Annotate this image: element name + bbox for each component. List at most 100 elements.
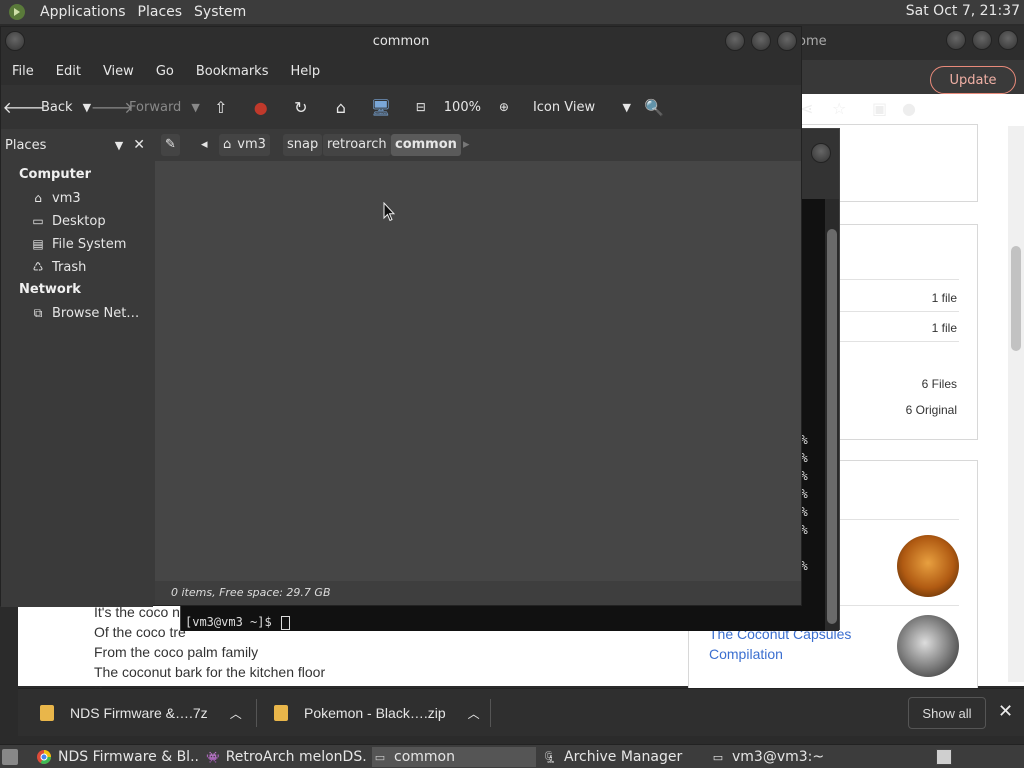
prompt-text: [vm3@vm3 ~]$ (185, 615, 279, 629)
minimize-icon[interactable] (725, 31, 745, 51)
menu-file[interactable]: File (1, 64, 45, 79)
task-label: RetroArch melonDS... (225, 749, 368, 765)
zoom-out-button[interactable]: ⊟ (404, 91, 444, 123)
distro-logo-icon[interactable] (6, 1, 28, 23)
scrollbar-thumb[interactable] (827, 229, 837, 624)
breadcrumb-left-arrow-icon[interactable]: ◂ (197, 134, 212, 156)
lyric-line: Of the coco tre (94, 624, 186, 640)
bookmark-star-icon[interactable]: ☆ (832, 99, 846, 118)
sidebar-selector[interactable]: Places ▼ ✕ (5, 133, 145, 157)
shell-prompt[interactable]: [vm3@vm3 ~]$ (185, 613, 290, 631)
view-mode-select[interactable]: Icon View ▼ (527, 91, 637, 123)
stop-button[interactable]: ● (244, 91, 284, 123)
share-icon[interactable]: ⋖ (800, 99, 813, 118)
close-icon[interactable] (811, 143, 831, 163)
file-manager-window: common File Edit View Go Bookmarks Help … (0, 26, 802, 607)
breadcrumb-right-arrow-icon[interactable]: ▸ (459, 134, 474, 156)
pencil-icon: ✎ (165, 137, 176, 152)
view-mode-label: Icon View (532, 99, 596, 115)
forward-button[interactable]: 🡒 Forward (90, 91, 187, 123)
status-bar: 0 items, Free space: 29.7 GB (155, 581, 801, 605)
search-icon: 🔍 (643, 97, 664, 117)
forward-history-dropdown-icon[interactable]: ▼ (187, 91, 203, 123)
task-common[interactable]: ▭ common (372, 747, 536, 767)
close-shelf-icon[interactable]: ✕ (998, 701, 1013, 722)
zoom-in-button[interactable]: ⊕ (487, 91, 527, 123)
menubar: File Edit View Go Bookmarks Help (1, 57, 801, 85)
folder-icon: ▭ (374, 750, 386, 764)
file-view-area[interactable] (155, 161, 801, 581)
breadcrumb-vm3[interactable]: ⌂ vm3 (219, 134, 270, 156)
lyric-line: The coconut bark for the kitchen floor (94, 664, 326, 680)
browser-scrollbar[interactable] (1008, 126, 1024, 682)
task-terminal[interactable]: ▭ vm3@vm3:~ (710, 747, 870, 767)
forward-arrow-icon: 🡒 (90, 98, 134, 117)
sidebar-item-file-system[interactable]: ▤ File System (29, 234, 126, 254)
sidebar-header-network: Network (19, 282, 81, 297)
menu-help[interactable]: Help (279, 64, 331, 79)
chevron-up-icon[interactable]: ︿ (230, 705, 242, 722)
breadcrumb-common[interactable]: common (391, 134, 461, 156)
chevron-up-icon[interactable]: ︿ (468, 705, 480, 722)
stop-icon: ● (253, 97, 268, 117)
download-shelf: NDS Firmware &….7z ︿ Pokemon - Black….zi… (18, 688, 1024, 736)
menu-go[interactable]: Go (145, 64, 185, 79)
sidebar-item-browse-network[interactable]: ⧉ Browse Net… (29, 303, 140, 323)
up-button[interactable]: ⇧ (204, 91, 244, 123)
computer-button[interactable]: 🖥 (364, 91, 404, 123)
original-count: 6 Original (905, 403, 957, 417)
task-label: Archive Manager (564, 749, 683, 765)
reload-button[interactable]: ↻ (284, 91, 324, 123)
close-icon[interactable] (777, 31, 797, 51)
menu-applications[interactable]: Applications (34, 4, 132, 20)
workspace-switcher-icon[interactable] (936, 747, 958, 767)
sidebar-item-desktop[interactable]: ▭ Desktop (29, 211, 105, 231)
task-label: common (394, 749, 455, 765)
close-sidebar-icon[interactable]: ✕ (133, 137, 145, 153)
show-all-button[interactable]: Show all (908, 697, 986, 729)
task-archive-manager[interactable]: 🗜 Archive Manager (542, 747, 702, 767)
search-button[interactable]: 🔍 (637, 91, 677, 123)
thumbnail-avatar[interactable] (897, 535, 959, 597)
breadcrumb-retroarch[interactable]: retroarch (323, 134, 391, 156)
home-button[interactable]: ⌂ (324, 91, 364, 123)
thumbnail-avatar[interactable] (897, 615, 959, 677)
sidebar-item-trash[interactable]: ♺ Trash (29, 257, 87, 277)
download-item[interactable]: Pokemon - Black….zip ︿ (274, 699, 480, 727)
window-menu-icon[interactable] (5, 31, 25, 51)
menu-places[interactable]: Places (132, 4, 189, 20)
menu-view[interactable]: View (92, 64, 145, 79)
download-item[interactable]: NDS Firmware &….7z ︿ (40, 699, 242, 727)
sidebar-item-vm3[interactable]: ⌂ vm3 (29, 188, 80, 208)
minimize-icon[interactable] (946, 30, 966, 50)
profile-avatar-icon[interactable]: ● (902, 99, 916, 118)
files-count: 6 Files (921, 377, 957, 391)
clock[interactable]: Sat Oct 7, 21:37 (906, 3, 1020, 19)
home-folder-icon: ⌂ (335, 97, 346, 117)
back-button[interactable]: 🡐 Back (3, 91, 79, 123)
home-folder-icon: ⌂ (34, 191, 42, 205)
update-button[interactable]: Update (930, 66, 1016, 94)
maximize-icon[interactable] (751, 31, 771, 51)
menu-edit[interactable]: Edit (45, 64, 92, 79)
close-icon[interactable] (998, 30, 1018, 50)
article-link[interactable]: Compilation (709, 646, 783, 662)
side-panel-icon[interactable]: ▣ (872, 99, 887, 118)
menu-system[interactable]: System (188, 4, 252, 20)
top-panel: Applications Places System Sat Oct 7, 21… (0, 0, 1024, 24)
maximize-icon[interactable] (972, 30, 992, 50)
download-filename: Pokemon - Black….zip (304, 705, 446, 721)
card-row-value: 1 file (931, 321, 957, 335)
zoom-level[interactable]: 100% (444, 91, 487, 123)
zoom-in-icon: ⊕ (498, 100, 509, 114)
menu-bookmarks[interactable]: Bookmarks (185, 64, 280, 79)
breadcrumb-snap[interactable]: snap (283, 134, 323, 156)
terminal-icon: ▭ (712, 750, 724, 764)
fm-titlebar[interactable]: common (1, 27, 801, 57)
terminal-scrollbar[interactable] (825, 199, 839, 631)
show-desktop-icon[interactable] (2, 747, 24, 767)
edit-location-button[interactable]: ✎ (161, 134, 180, 156)
task-retroarch[interactable]: 👾 RetroArch melonDS... (206, 747, 368, 767)
task-chrome[interactable]: NDS Firmware & Bl... (36, 747, 200, 767)
scrollbar-thumb[interactable] (1011, 246, 1021, 351)
